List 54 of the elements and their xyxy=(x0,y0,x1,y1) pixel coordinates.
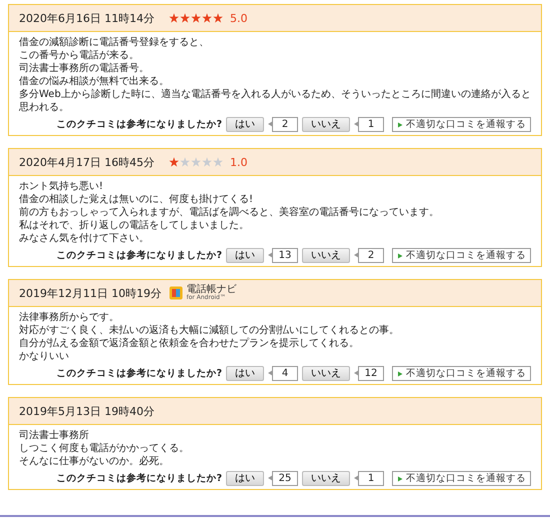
helpful-question: このクチコミは参考になりましたか? xyxy=(56,472,222,485)
star-icon xyxy=(191,13,201,23)
yes-button[interactable]: はい xyxy=(226,471,264,486)
yes-button[interactable]: はい xyxy=(226,117,264,132)
star-icon xyxy=(213,157,223,167)
review-date: 2020年6月16日 11時14分 xyxy=(19,10,156,26)
star-icon xyxy=(180,13,190,23)
report-button[interactable]: 不適切な口コミを通報する xyxy=(392,366,531,381)
review-date: 2019年5月13日 19時40分 xyxy=(19,404,156,418)
review-text: 多分Web上から診断した時に、適当な電話番号を入れる人がいるため、そういったところに間違いの連絡が入ると思われる。 xyxy=(19,88,531,114)
report-button[interactable]: 不適切な口コミを通報する xyxy=(392,117,531,132)
review-text: 前の方もおっしゃって入られますが、電話ばを調べると、美容室の電話番号になっています。 xyxy=(19,206,440,219)
review-text: しつこく何度も電話がかかってくる。 xyxy=(19,442,190,455)
review-text: 借金の悩み相談が無料で出来る。 xyxy=(19,75,170,88)
app-name: 電話帳ナビ xyxy=(186,285,236,295)
review-text: 借金の相談した覚えは無いのに、何度も掛けてくる! xyxy=(19,193,254,206)
review-text: 法律事務所からです。 xyxy=(19,311,120,324)
star-icon xyxy=(213,13,223,23)
no-button[interactable]: いいえ xyxy=(302,117,350,132)
review-text: そんなに仕事がないのか。必死。 xyxy=(19,455,170,468)
review-text: かなりいい xyxy=(19,350,70,363)
helpful-question: このクチコミは参考になりましたか? xyxy=(56,367,222,380)
review-text: 私はそれで、折り返しの電話をしてしまいました。 xyxy=(19,219,250,232)
review-text: 対応がすごく良く、未払いの返済も大幅に減額しての分割払いにしてくれるとの事。 xyxy=(19,324,400,337)
review-text: 司法書士事務所の電話番号。 xyxy=(19,62,150,75)
star-icon xyxy=(169,13,179,23)
play-icon xyxy=(397,122,403,128)
report-button[interactable]: 不適切な口コミを通報する xyxy=(392,471,531,486)
review-date: 2020年4月17日 16時45分 xyxy=(19,154,156,170)
star-icon xyxy=(169,157,179,167)
helpful-question: このクチコミは参考になりましたか? xyxy=(56,249,222,262)
no-button[interactable]: いいえ xyxy=(302,366,350,381)
no-button[interactable]: いいえ xyxy=(302,248,350,263)
review-text: ホント気持ち悪い! xyxy=(19,180,104,193)
star-icon xyxy=(202,13,212,23)
rating-score: 1.0 xyxy=(230,156,248,168)
play-icon xyxy=(397,252,403,258)
play-icon xyxy=(397,370,403,376)
star-icon xyxy=(191,157,201,167)
review-text: この番号から電話が来る。 xyxy=(19,49,140,62)
star-icon xyxy=(202,157,212,167)
rating-score: 5.0 xyxy=(230,12,248,24)
review-text: 借金の減額診断に電話番号登録をすると、 xyxy=(19,36,210,49)
no-button[interactable]: いいえ xyxy=(302,471,350,486)
helpful-question: このクチコミは参考になりましたか? xyxy=(56,118,222,131)
yes-button[interactable]: はい xyxy=(226,248,264,263)
review-text: みなさん気を付けて下さい。 xyxy=(19,232,150,245)
report-button[interactable]: 不適切な口コミを通報する xyxy=(392,248,531,263)
review-text: 司法書士事務所 xyxy=(19,429,90,442)
star-icon xyxy=(180,157,190,167)
play-icon xyxy=(397,476,403,482)
review-date: 2019年12月11日 10時19分 xyxy=(19,286,162,300)
yes-button[interactable]: はい xyxy=(226,366,264,381)
review-text: 自分が払える金額で返済金額と依頼金を合わせたプランを提示してくれる。 xyxy=(19,337,360,350)
